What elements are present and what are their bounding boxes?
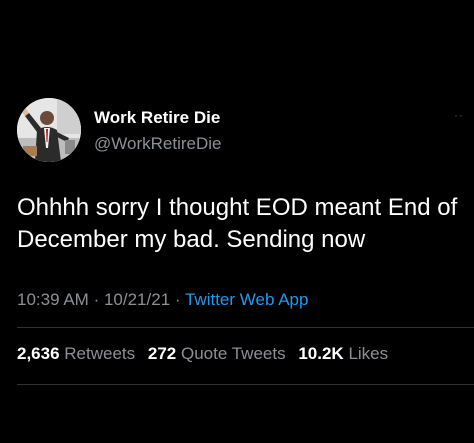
retweets-stat[interactable]: 2,636 Retweets (17, 344, 143, 363)
profile-avatar-icon (17, 98, 81, 162)
likes-label: Likes (348, 344, 389, 363)
retweets-count: 2,636 (17, 344, 60, 363)
tweet-source-link[interactable]: Twitter Web App (185, 290, 308, 309)
tweet-text: Ohhhh sorry I thought EOD meant End of D… (17, 194, 458, 253)
quote-tweets-label: Quote Tweets (181, 344, 286, 363)
meta-separator: · (93, 290, 100, 309)
engagement-stats: 2,636 Retweets 272 Quote Tweets 10.2K Li… (17, 344, 396, 364)
likes-count: 10.2K (298, 344, 344, 363)
retweets-label: Retweets (64, 344, 136, 363)
author-name[interactable]: Work Retire Die (94, 108, 220, 128)
likes-stat[interactable]: 10.2K Likes (298, 344, 396, 363)
divider (17, 384, 474, 385)
tweet-time[interactable]: 10:39 AM (17, 290, 89, 309)
divider (17, 327, 474, 328)
tweet-card: Work Retire Die @WorkRetireDie ·· Ohhhh … (0, 0, 474, 443)
tweet-date[interactable]: 10/21/21 (104, 290, 170, 309)
quote-tweets-stat[interactable]: 272 Quote Tweets (148, 344, 294, 363)
avatar[interactable] (17, 98, 81, 162)
more-dots-icon[interactable]: ·· (454, 109, 464, 121)
tweet-meta: 10:39 AM · 10/21/21 · Twitter Web App (17, 290, 308, 310)
meta-separator: · (174, 290, 181, 309)
quote-tweets-count: 272 (147, 344, 177, 363)
author-handle[interactable]: @WorkRetireDie (94, 134, 221, 154)
